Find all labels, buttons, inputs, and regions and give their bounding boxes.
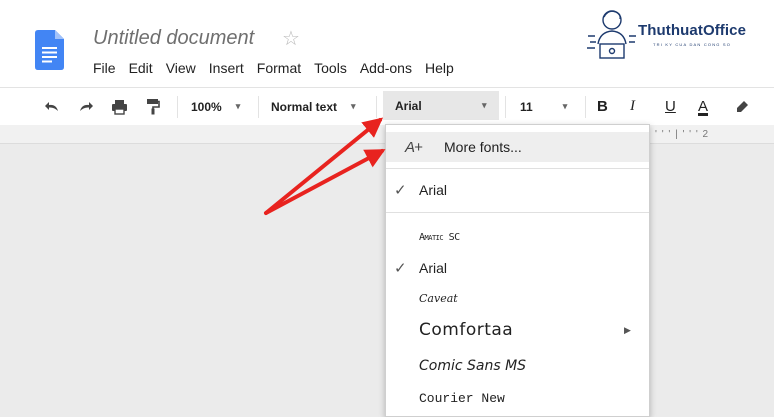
highlighter-icon	[737, 100, 748, 112]
font-name: Arial	[419, 182, 448, 198]
print-icon	[112, 99, 127, 115]
menu-format[interactable]: Format	[257, 58, 301, 78]
paint-format-icon	[147, 99, 160, 115]
zoom-select[interactable]: 100% ▾	[191, 88, 240, 125]
chevron-down-icon: ▾	[235, 101, 241, 111]
checkmark-icon: ✓	[394, 260, 407, 277]
undo-icon	[45, 101, 58, 111]
paint-format-button[interactable]	[146, 88, 160, 125]
menu-help[interactable]: Help	[425, 58, 454, 78]
undo-button[interactable]	[44, 88, 60, 125]
highlight-button[interactable]	[735, 88, 749, 125]
menu-edit[interactable]: Edit	[129, 58, 153, 78]
add-font-icon: A+	[405, 138, 423, 156]
font-name: Amatic SC	[419, 231, 460, 243]
chevron-down-icon: ▾	[351, 101, 356, 111]
redo-icon	[80, 101, 93, 111]
font-item-caveat[interactable]: Caveat	[386, 287, 649, 309]
style-select[interactable]: Normal text ▾	[271, 88, 356, 125]
menu-addons[interactable]: Add-ons	[360, 58, 412, 78]
brand-tagline: TRI KY CUA DAN CONG SO	[653, 42, 732, 47]
underline-button[interactable]: U	[665, 88, 676, 125]
font-size-select[interactable]: 11 ▾	[520, 88, 567, 125]
chevron-down-icon: ▾	[562, 101, 568, 111]
italic-button[interactable]: I	[630, 88, 635, 125]
font-select[interactable]: Arial ▾	[383, 91, 499, 120]
more-fonts-label: More fonts...	[444, 139, 522, 155]
menu-insert[interactable]: Insert	[209, 58, 244, 78]
menu-tools[interactable]: Tools	[314, 58, 347, 78]
font-name: Comfortaa	[419, 320, 514, 340]
zoom-value: 100%	[191, 99, 222, 114]
font-name: Arial	[419, 260, 448, 276]
text-color-button[interactable]: A	[698, 88, 708, 125]
menu-bar: File Edit View Insert Format Tools Add-o…	[93, 58, 467, 78]
redo-button[interactable]	[78, 88, 94, 125]
recent-font-arial[interactable]: ✓ Arial	[386, 175, 649, 205]
font-item-courier-new[interactable]: Courier New	[386, 385, 649, 411]
font-size-value: 11	[520, 99, 533, 114]
font-item-amatic-sc[interactable]: Amatic SC	[386, 226, 649, 248]
style-value: Normal text	[271, 99, 338, 114]
font-value: Arial	[395, 98, 422, 113]
menu-file[interactable]: File	[93, 58, 116, 78]
submenu-arrow-icon: ▶	[624, 324, 631, 335]
print-button[interactable]	[111, 88, 128, 125]
more-fonts-item[interactable]: A+ More fonts...	[386, 132, 649, 162]
font-name: Comic Sans MS	[419, 358, 527, 374]
checkmark-icon: ✓	[394, 182, 407, 199]
bold-button[interactable]: B	[597, 88, 608, 125]
chevron-down-icon: ▾	[482, 100, 487, 110]
font-name: Courier New	[419, 390, 505, 406]
font-item-comic-sans-ms[interactable]: Comic Sans MS	[386, 352, 649, 380]
font-name: Caveat	[419, 291, 458, 305]
document-title[interactable]: Untitled document	[93, 27, 254, 50]
font-dropdown-menu: A+ More fonts... ✓ Arial Amatic SC ✓ Ari…	[385, 124, 650, 417]
star-icon[interactable]: ☆	[282, 26, 300, 51]
ruler-marks: ' ' ' | ' ' ' 2	[655, 129, 710, 140]
brand-name: ThuthuatOffice	[638, 22, 747, 39]
menu-view[interactable]: View	[166, 58, 196, 78]
google-docs-logo-icon[interactable]	[35, 30, 64, 70]
font-item-arial[interactable]: ✓ Arial	[386, 255, 649, 281]
font-item-comfortaa[interactable]: Comfortaa ▶	[386, 315, 649, 345]
